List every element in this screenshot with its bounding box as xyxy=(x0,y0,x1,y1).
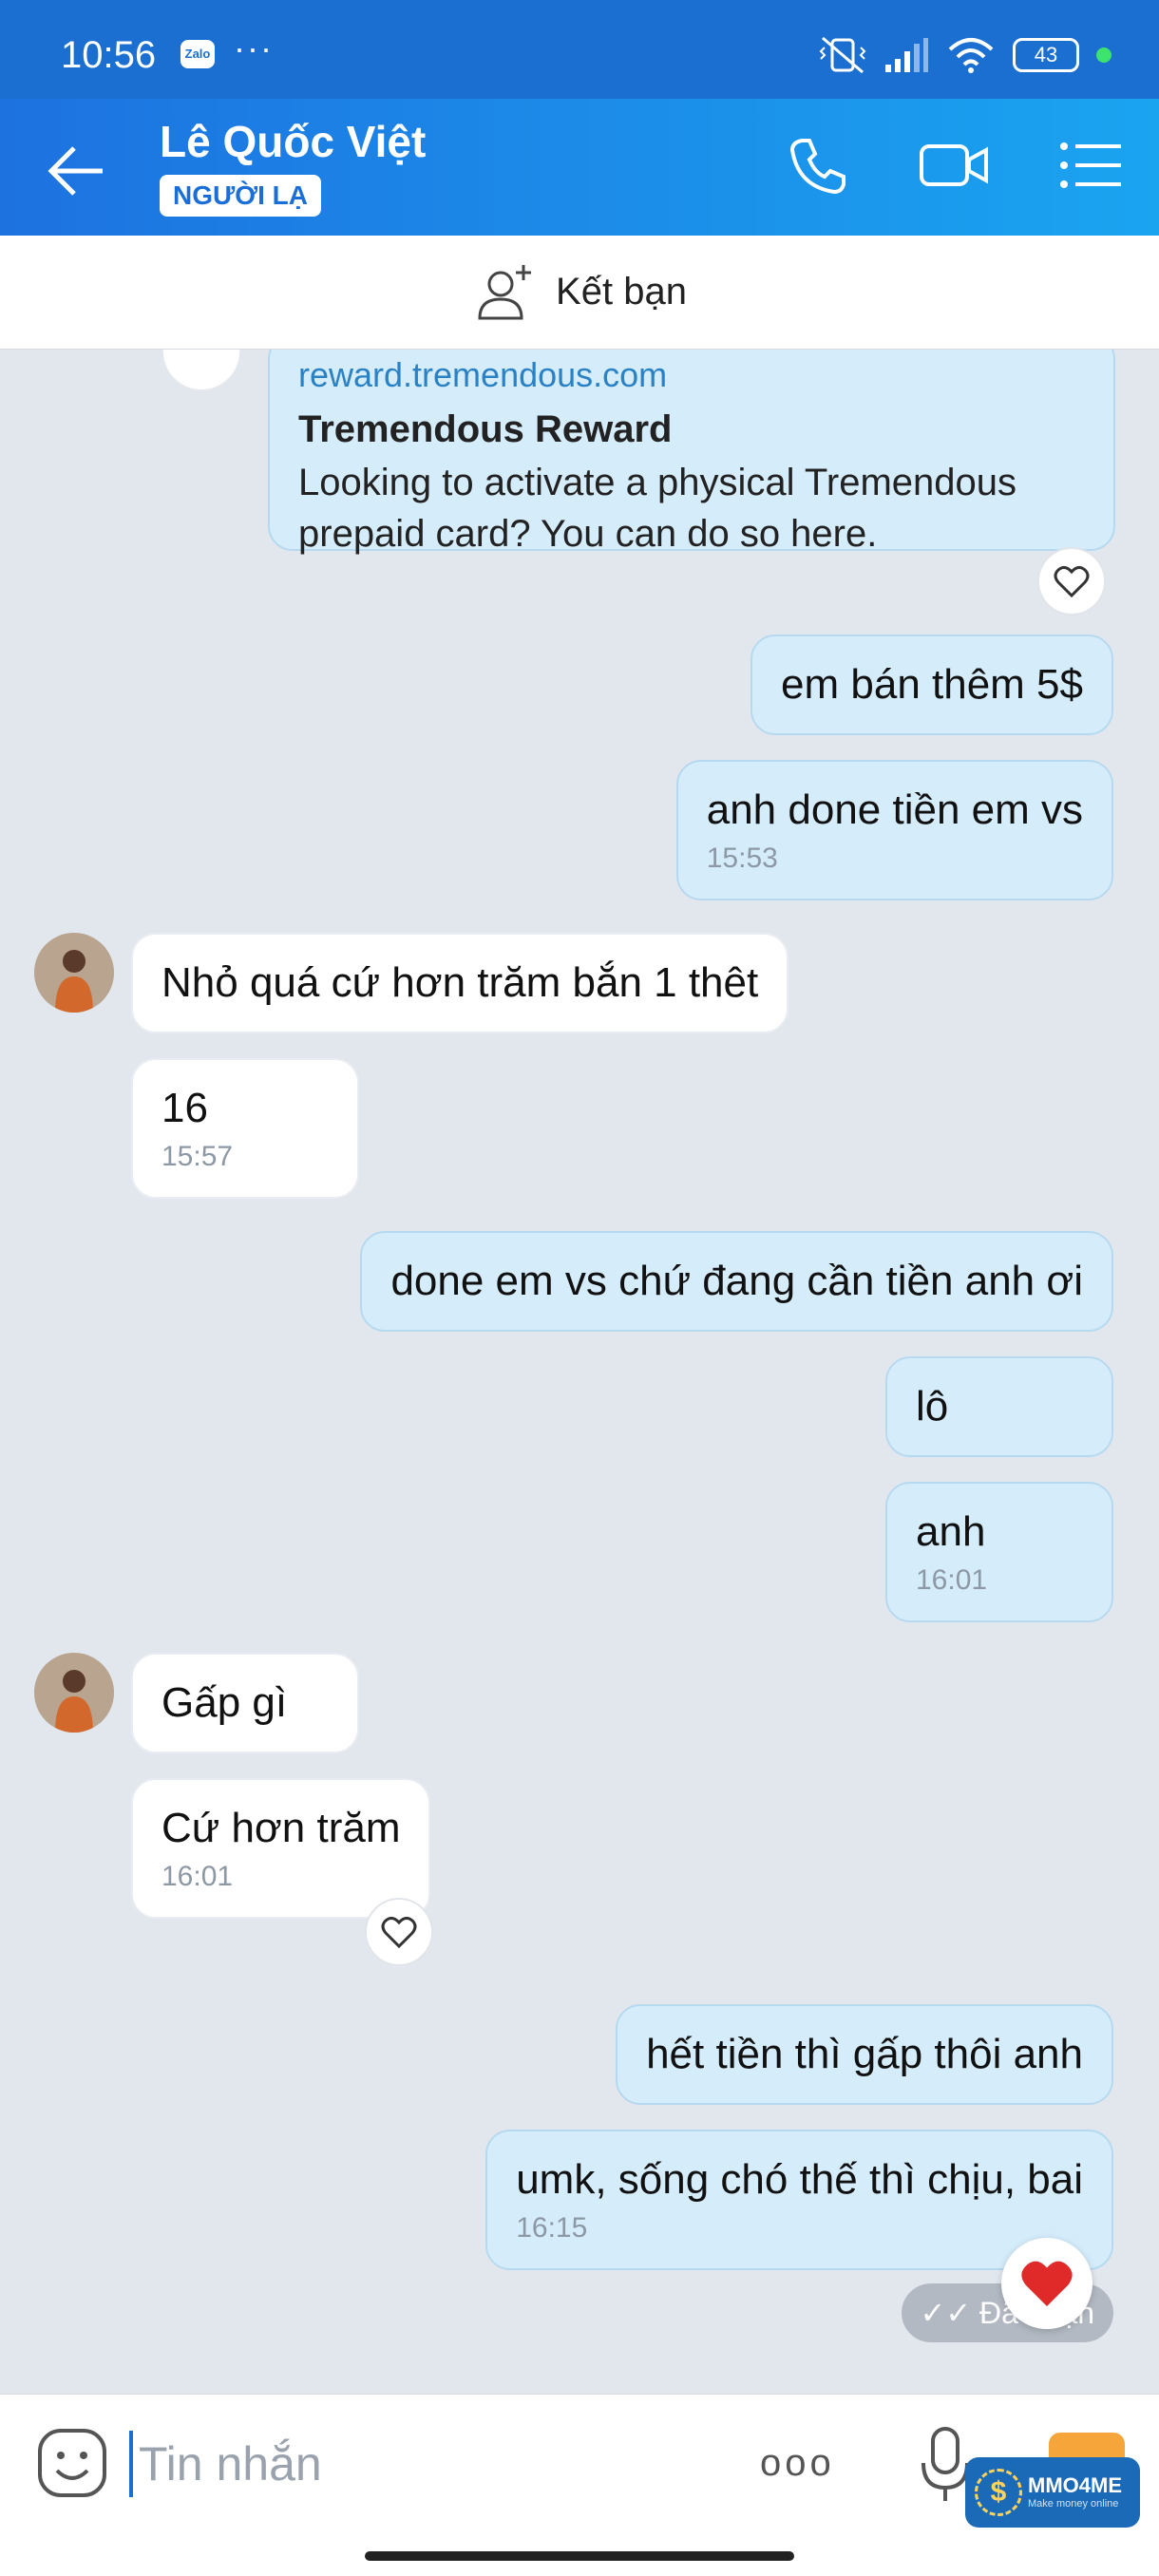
message-text: em bán thêm 5$ xyxy=(781,661,1083,708)
message-text: done em vs chứ đang cần tiền anh ơi xyxy=(390,1258,1083,1304)
message-bubble-received[interactable]: Nhỏ quá cứ hơn trăm bắn 1 thêt xyxy=(131,933,789,1033)
message-bubble-received[interactable]: 16 15:57 xyxy=(131,1058,359,1199)
privacy-indicator-dot xyxy=(1096,47,1112,63)
mute-vibrate-icon xyxy=(819,36,866,74)
message-time: 16:01 xyxy=(162,1861,234,1892)
dollar-coin-icon: $ xyxy=(975,2469,1022,2516)
message-time: 15:57 xyxy=(162,1141,234,1172)
signal-icon xyxy=(885,38,928,72)
watermark-subtitle: Make money online xyxy=(1028,2498,1119,2510)
message-text: 16 xyxy=(162,1085,208,1131)
watermark-title: MMO4ME xyxy=(1028,2473,1122,2497)
message-text: anh xyxy=(916,1508,986,1555)
message-text: Cứ hơn trăm xyxy=(162,1805,401,1851)
menu-list-icon[interactable] xyxy=(1053,127,1129,203)
message-list[interactable]: reward.tremendous.com Tremendous Reward … xyxy=(0,350,1159,2394)
status-time: 10:56 xyxy=(61,34,157,76)
react-heart-icon[interactable] xyxy=(1037,547,1106,616)
watermark-logo: $ MMO4ME Make money online xyxy=(965,2457,1140,2528)
message-bubble-sent[interactable]: anh done tiền em vs 15:53 xyxy=(675,760,1113,900)
status-icons: 43 xyxy=(819,34,1112,76)
link-preview-card[interactable]: reward.tremendous.com Tremendous Reward … xyxy=(268,350,1115,555)
message-input-bar: ooo $ MMO4ME Make money online xyxy=(0,2394,1159,2576)
text-cursor xyxy=(129,2431,133,2497)
add-friend-icon xyxy=(478,264,532,319)
react-heart-icon[interactable] xyxy=(365,1898,433,1966)
link-url[interactable]: reward.tremendous.com xyxy=(298,355,1085,395)
link-title: Tremendous Reward xyxy=(298,408,673,450)
message-bubble-sent[interactable]: done em vs chứ đang cần tiền anh ơi xyxy=(360,1231,1113,1332)
phone-call-icon[interactable] xyxy=(779,127,855,203)
message-bubble-sent[interactable]: hết tiền thì gấp thôi anh xyxy=(616,2004,1113,2105)
add-friend-button[interactable]: Kết bạn xyxy=(0,236,1159,350)
message-text: lô xyxy=(916,1383,949,1430)
chat-header: Lê Quốc Việt NGƯỜI LẠ xyxy=(0,99,1159,236)
message-text: Gấp gì xyxy=(162,1679,288,1726)
quick-heart-reaction-icon[interactable] xyxy=(1001,2238,1092,2329)
zalo-notification-icon: Zalo xyxy=(180,40,215,68)
wifi-icon xyxy=(948,38,994,73)
emoji-sticker-icon[interactable] xyxy=(34,2425,110,2501)
message-text: anh done tiền em vs xyxy=(706,786,1083,833)
message-bubble-sent[interactable]: lô xyxy=(885,1356,1113,1457)
add-friend-label: Kết bạn xyxy=(556,271,687,313)
message-time: 16:15 xyxy=(516,2212,588,2244)
message-time: 16:01 xyxy=(916,1564,988,1596)
video-call-icon[interactable] xyxy=(916,127,992,203)
stranger-badge: NGƯỜI LẠ xyxy=(160,175,321,217)
more-notifications-icon: ··· xyxy=(234,28,274,67)
message-input[interactable] xyxy=(139,2427,728,2501)
home-indicator[interactable] xyxy=(365,2551,794,2561)
double-check-icon: ✓✓ xyxy=(920,2296,980,2330)
contact-name[interactable]: Lê Quốc Việt xyxy=(160,116,426,167)
link-description: Looking to activate a physical Tremendou… xyxy=(298,462,1016,555)
sender-avatar xyxy=(162,350,241,391)
more-options-icon[interactable]: ooo xyxy=(760,2442,835,2485)
message-bubble-sent[interactable]: anh 16:01 xyxy=(885,1482,1113,1622)
message-text: hết tiền thì gấp thôi anh xyxy=(646,2031,1083,2077)
contact-avatar[interactable] xyxy=(34,933,114,1013)
message-bubble-sent[interactable]: em bán thêm 5$ xyxy=(750,635,1113,735)
message-text: Nhỏ quá cứ hơn trăm bắn 1 thêt xyxy=(162,959,759,1006)
status-bar: 10:56 Zalo ··· 43 xyxy=(0,0,1159,99)
message-time: 15:53 xyxy=(706,843,778,874)
battery-icon: 43 xyxy=(1013,38,1079,72)
message-bubble-received[interactable]: Cứ hơn trăm 16:01 xyxy=(131,1778,431,1919)
message-bubble-received[interactable]: Gấp gì xyxy=(131,1653,359,1753)
contact-avatar[interactable] xyxy=(34,1653,114,1733)
message-text: umk, sống chó thế thì chịu, bai xyxy=(516,2156,1083,2203)
back-arrow-icon[interactable] xyxy=(40,133,116,209)
